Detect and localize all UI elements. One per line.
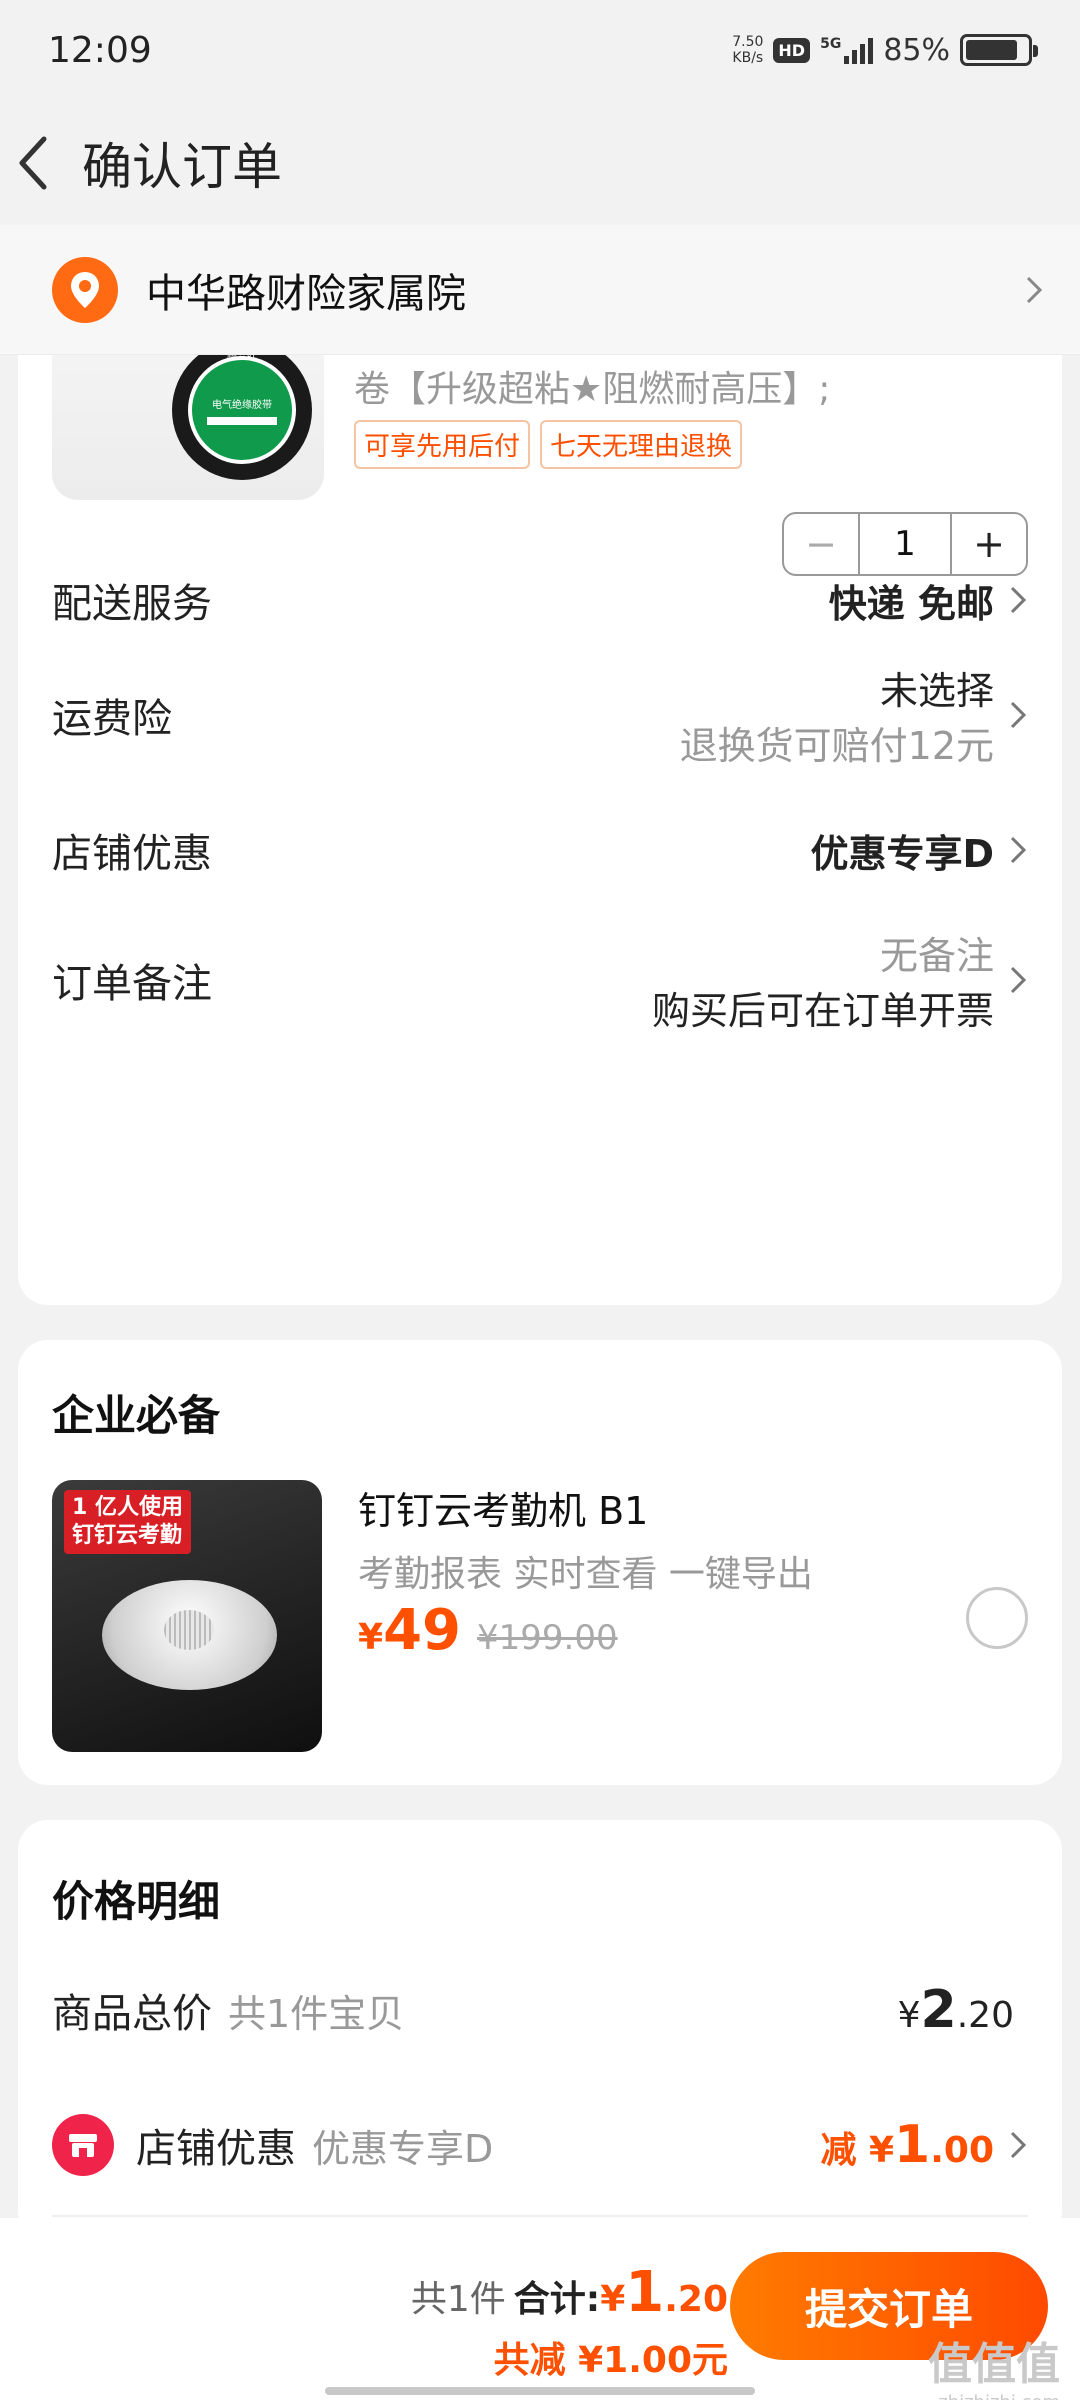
shop-discount-value: 优惠专享D [810,831,994,876]
recommend-product-image[interactable]: 1 亿人使用 钉钉云考勤 [52,1480,322,1752]
chevron-right-icon [1010,701,1027,729]
recommend-old-price: ¥199.00 [477,1618,618,1658]
chevron-left-icon [19,136,47,189]
tag-seven-day-return: 七天无理由退换 [540,420,743,469]
recommend-name[interactable]: 钉钉云考勤机 B1 [358,1480,648,1535]
tape-icon: 顺兴旺 电气绝缘胶带 [172,340,312,480]
divider [52,2215,1028,2217]
recommend-badge: 1 亿人使用 钉钉云考勤 [64,1490,191,1554]
note-value: 无备注 [879,934,994,978]
status-icons: 7.50 KB/s HD 5G 85% [732,32,1038,68]
order-note-row[interactable]: 订单备注 无备注 购买后可在订单开票 [52,915,1028,1045]
battery-percent: 85% [883,32,950,68]
home-indicator[interactable] [325,2387,755,2395]
back-button[interactable] [18,133,58,193]
recommend-select-radio[interactable] [966,1587,1028,1649]
service-tags: 可享先用后付 七天无理由退换 [354,420,743,469]
address-bar[interactable]: 中华路财险家属院 [0,225,1080,355]
bottom-bar: 共1件合计:¥1.20 共减 ¥1.00元 提交订单 值值值 zhizhizhi… [0,2218,1080,2400]
net-speed: 7.50 KB/s [732,34,764,66]
recommend-desc: 考勤报表 实时查看 一键导出 [358,1554,813,1595]
shop-discount-detail-row[interactable]: 店铺优惠 优惠专享D 减 ¥1.00 [52,2105,1028,2185]
address-text: 中华路财险家属院 [146,270,466,317]
status-bar: 12:09 7.50 KB/s HD 5G 85% [0,0,1080,100]
price-detail-title: 价格明细 [52,1877,221,1926]
location-pin-icon [52,256,118,323]
recommend-price: ¥49 ¥199.00 [358,1598,618,1663]
chevron-right-icon [1010,586,1027,614]
freight-insurance-row[interactable]: 运费险 未选择 退换货可赔付12元 [52,650,1028,780]
saved-amount: 共减 ¥1.00元 [493,2340,728,2381]
insurance-sub: 退换货可赔付12元 [679,724,994,768]
shop-discount-row[interactable]: 店铺优惠 优惠专享D [52,800,1028,900]
watermark: 值值值 zhizhizhi.com [928,2339,1060,2400]
delivery-value: 快递 免邮 [828,581,994,626]
order-card: 顺兴旺 电气绝缘胶带 卷【升级超粘★阻燃耐高压】; 可享先用后付 七天无理由退换… [18,330,1062,1305]
nav-header: 确认订单 [0,100,1080,225]
total-amount: ¥1.20 [600,2260,728,2325]
hd-icon: HD [773,37,811,63]
status-time: 12:09 [48,29,152,71]
delivery-row[interactable]: 配送服务 快递 免邮 [52,550,1028,650]
chevron-right-icon [1010,966,1027,994]
battery-icon [960,34,1038,66]
page-title: 确认订单 [82,137,282,196]
chevron-right-icon [1010,836,1027,864]
goods-total-row: 商品总价 共1件宝贝 ¥2.20 [52,1980,1014,2040]
product-title[interactable]: 卷【升级超粘★阻燃耐高压】; [354,360,830,412]
chevron-right-icon [1010,2131,1027,2159]
chevron-right-icon [1026,276,1043,303]
recommend-card: 企业必备 1 亿人使用 钉钉云考勤 钉钉云考勤机 B1 考勤报表 实时查看 一键… [18,1340,1062,1785]
shop-icon [52,2114,114,2176]
goods-total-amount: ¥2.20 [897,1980,1014,2040]
product-image[interactable]: 顺兴旺 电气绝缘胶带 [52,330,324,500]
attendance-device-icon [102,1580,277,1690]
order-totals: 共1件 合计:¥1.20 共减 ¥1.00元 [410,2260,728,2381]
signal-icon: 5G [820,36,874,64]
item-count: 共1件 [410,2279,506,2320]
tag-pay-later: 可享先用后付 [354,420,531,469]
insurance-value: 未选择 [879,669,994,713]
shop-discount-amount: 减 ¥1.00 [820,2115,994,2175]
note-sub: 购买后可在订单开票 [651,989,994,1033]
recommend-title: 企业必备 [52,1391,221,1440]
price-detail-card: 价格明细 商品总价 共1件宝贝 ¥2.20 店铺优惠 优惠专享D 减 ¥1.00 [18,1820,1062,2240]
